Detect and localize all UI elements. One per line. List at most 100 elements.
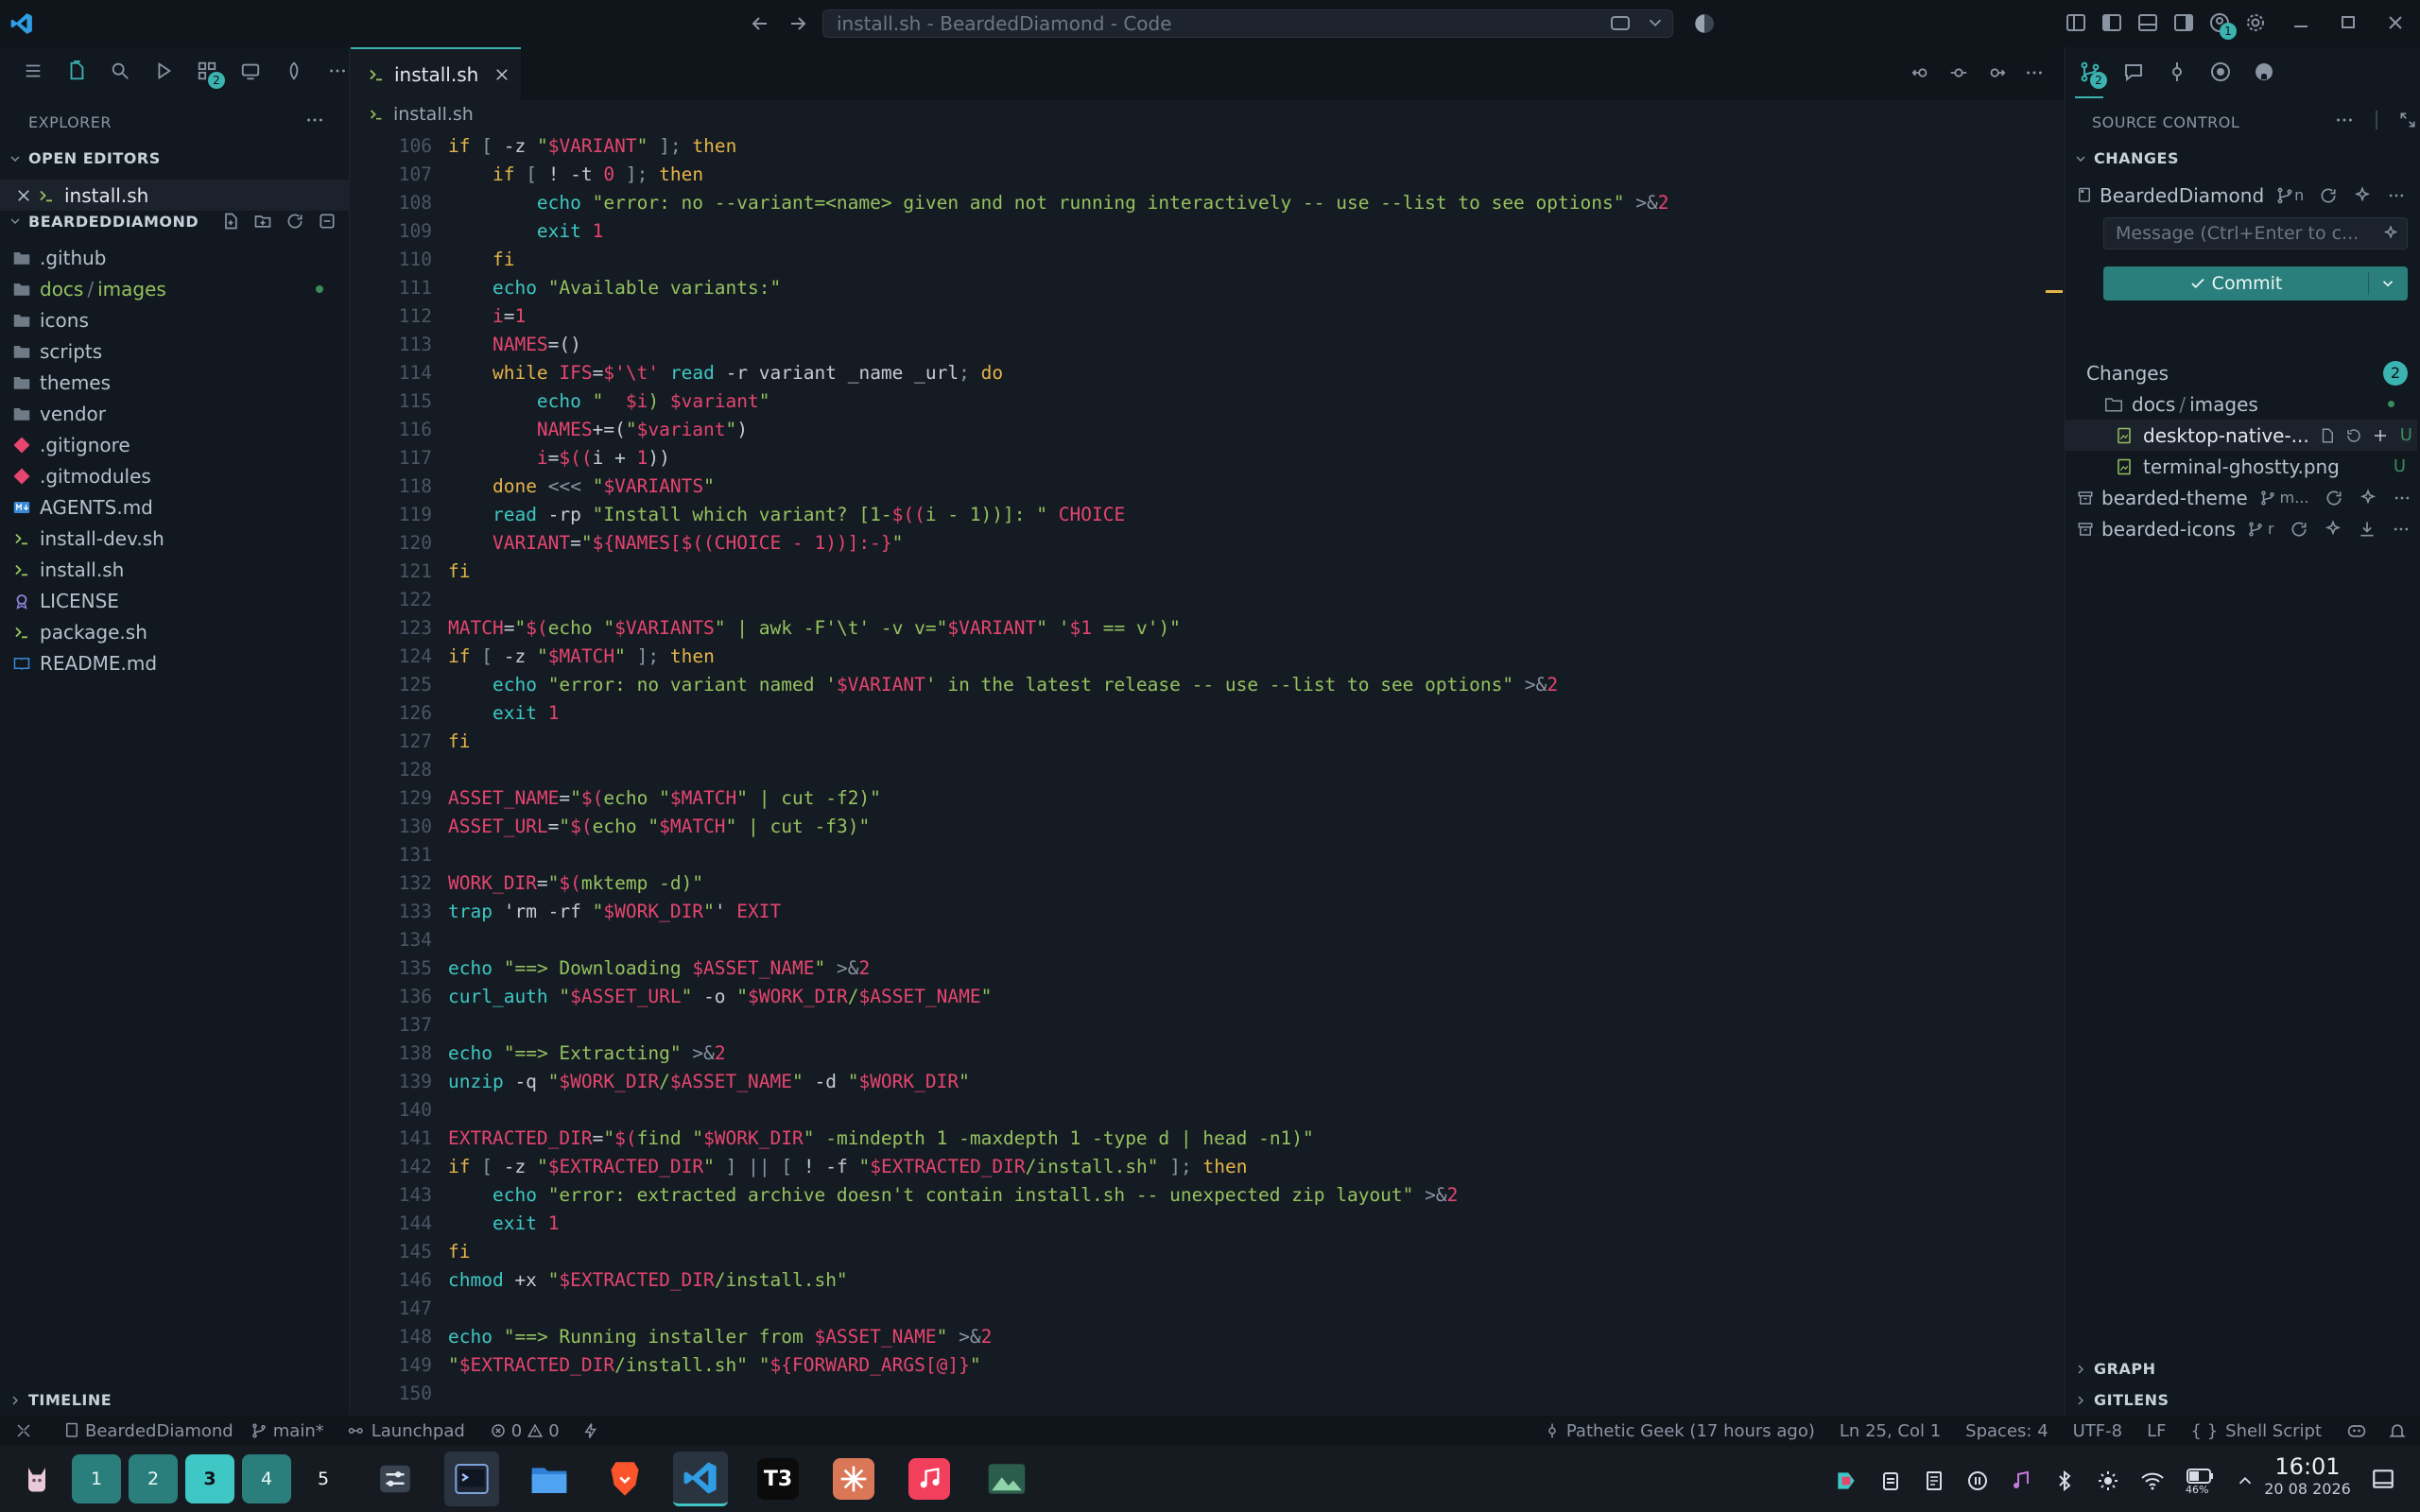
toggle-secondary-sidebar-icon[interactable] <box>2172 11 2195 34</box>
chevron-down-icon[interactable] <box>1645 12 1666 33</box>
encoding[interactable]: UTF-8 <box>2073 1421 2122 1441</box>
code-line[interactable]: 144 exit 1 <box>351 1210 2064 1238</box>
collapse-all-icon[interactable] <box>318 212 337 231</box>
repo-row[interactable]: bearded-theme m... <box>2077 482 2417 513</box>
source-control-activity-icon[interactable]: 2 <box>197 60 225 89</box>
chat-icon[interactable] <box>2122 60 2145 83</box>
gear-icon[interactable] <box>2244 11 2267 34</box>
github-alt-icon[interactable] <box>2253 60 2275 83</box>
leaf-icon[interactable] <box>284 60 304 81</box>
code-line[interactable]: 129 ASSET_NAME="$(echo "$MATCH" | cut -f2… <box>351 784 2064 813</box>
toggle-panel-icon[interactable] <box>2136 11 2159 34</box>
wifi-icon[interactable] <box>2140 1469 2165 1492</box>
customize-layout-icon[interactable] <box>2065 11 2087 34</box>
workspace-section[interactable]: BEARDEDDIAMOND <box>8 212 348 231</box>
indentation[interactable]: Spaces: 4 <box>1965 1421 2048 1441</box>
close-icon[interactable] <box>15 187 32 204</box>
code-line[interactable]: 136 curl_auth "$ASSET_URL" -o "$WORK_DIR/… <box>351 983 2064 1011</box>
vscode-app-icon[interactable] <box>673 1452 728 1506</box>
code-line[interactable]: 118 done <<< "$VARIANTS" <box>351 472 2064 501</box>
media-icon[interactable] <box>2010 1469 2032 1492</box>
branch-icon[interactable] <box>2259 490 2276 507</box>
code-line[interactable]: 111 echo "Available variants:" <box>351 274 2064 302</box>
pause-icon[interactable] <box>1966 1469 1989 1492</box>
sparkle-icon[interactable] <box>2324 519 2342 539</box>
more-icon[interactable] <box>327 60 348 81</box>
file-item[interactable]: README.md <box>0 647 350 679</box>
commit-dropdown[interactable] <box>2369 266 2407 301</box>
file-item[interactable]: .gitmodules <box>0 460 350 491</box>
changes-folder-row[interactable]: docs / images <box>2105 388 2417 420</box>
chevron-up-icon[interactable] <box>2235 1470 2256 1491</box>
code-line[interactable]: 107 if [ ! -t 0 ]; then <box>351 161 2064 189</box>
folder-item[interactable]: docs / images <box>0 273 350 304</box>
maximize-panel-icon[interactable] <box>2398 111 2417 129</box>
close-icon[interactable] <box>493 66 510 83</box>
battery-indicator[interactable]: 46% <box>2186 1467 2214 1496</box>
repo-more-icon[interactable] <box>2387 186 2406 205</box>
code-line[interactable]: 134 <box>351 926 2064 954</box>
changes-group[interactable]: Changes 2 <box>2086 357 2417 388</box>
code-line[interactable]: 137 <box>351 1011 2064 1040</box>
back-arrow-icon[interactable] <box>749 12 771 35</box>
branch-icon[interactable] <box>2275 186 2294 205</box>
changed-file-row[interactable]: terminal-ghostty.png U <box>2117 451 2417 482</box>
accounts-icon[interactable]: 1 <box>2208 11 2237 40</box>
commit-message-input[interactable]: Message (Ctrl+Enter to c... <box>2103 217 2408 249</box>
folder-item[interactable]: .github <box>0 242 350 273</box>
code-line[interactable]: 149 "$EXTRACTED_DIR/install.sh" "${FORWAR… <box>351 1351 2064 1380</box>
code-line[interactable]: 119 read -rp "Install which variant? [1-… <box>351 501 2064 529</box>
git-commit-icon[interactable] <box>1948 62 1969 83</box>
repo-row[interactable]: BeardedDiamond n <box>2077 180 2417 211</box>
repo-more-icon[interactable] <box>2392 520 2411 539</box>
file-item[interactable]: package.sh <box>0 616 350 647</box>
sparkle-icon[interactable] <box>2382 225 2399 242</box>
tray-app-icon[interactable] <box>1834 1469 1858 1493</box>
bluetooth-icon[interactable] <box>2053 1469 2076 1492</box>
sync-icon[interactable] <box>2319 186 2338 205</box>
copilot-chat-icon[interactable] <box>1609 12 1632 35</box>
code-line[interactable]: 128 <box>351 756 2064 784</box>
source-control-icon[interactable]: 2 <box>2079 60 2107 89</box>
open-file-icon[interactable] <box>2319 427 2336 444</box>
graph-section[interactable]: GRAPH <box>2073 1360 2155 1378</box>
shield-icon[interactable] <box>1692 11 1717 36</box>
terminal-app-icon[interactable] <box>444 1452 499 1506</box>
workspace-indicator[interactable]: BeardedDiamond <box>64 1421 233 1441</box>
code-line[interactable]: 109 exit 1 <box>351 217 2064 246</box>
code-line[interactable]: 133 trap 'rm -rf "$WORK_DIR"' EXIT <box>351 898 2064 926</box>
explorer-more-icon[interactable] <box>304 110 325 130</box>
pull-icon[interactable] <box>2358 520 2377 539</box>
end-of-line[interactable]: LF <box>2147 1421 2166 1441</box>
toggle-primary-sidebar-icon[interactable] <box>2100 11 2123 34</box>
minimize-icon[interactable] <box>2291 9 2310 36</box>
workspace-4[interactable]: 4 <box>242 1454 291 1503</box>
workspace-3-active[interactable]: 3 <box>185 1454 234 1503</box>
code-line[interactable]: 139 unzip -q "$WORK_DIR/$ASSET_NAME" -d "… <box>351 1068 2064 1096</box>
close-window-icon[interactable] <box>2386 9 2405 36</box>
cursor-position[interactable]: Ln 25, Col 1 <box>1840 1421 1941 1441</box>
code-line[interactable]: 112 i=1 <box>351 302 2064 331</box>
new-file-icon[interactable] <box>221 212 240 231</box>
code-line[interactable]: 138 echo "==> Extracting" >&2 <box>351 1040 2064 1068</box>
brightness-icon[interactable] <box>2097 1469 2119 1492</box>
maximize-icon[interactable] <box>2339 9 2358 36</box>
editor-more-icon[interactable] <box>2024 62 2045 83</box>
lightning-indicator[interactable] <box>582 1422 599 1439</box>
code-line[interactable]: 131 <box>351 841 2064 869</box>
code-line[interactable]: 148 echo "==> Running installer from $ASS… <box>351 1323 2064 1351</box>
launchpad-indicator[interactable]: Launchpad <box>347 1421 465 1441</box>
code-line[interactable]: 117 i=$((i + 1)) <box>351 444 2064 472</box>
git-previous-change-icon[interactable] <box>1910 62 1931 83</box>
github-icon[interactable] <box>2209 60 2232 83</box>
branch-indicator[interactable]: main* <box>251 1421 324 1441</box>
t3-app-icon[interactable]: T3 <box>751 1452 805 1506</box>
folder-item[interactable]: scripts <box>0 335 350 367</box>
notes-icon[interactable] <box>1923 1469 1945 1492</box>
repo-row[interactable]: bearded-icons r <box>2077 513 2417 544</box>
menu-icon[interactable] <box>23 60 43 81</box>
workspace-5[interactable]: 5 <box>299 1454 348 1503</box>
code-line[interactable]: 108 echo "error: no --variant=<name> giv… <box>351 189 2064 217</box>
code-line[interactable]: 125 echo "error: no variant named '$VARI… <box>351 671 2064 699</box>
code-line[interactable]: 140 <box>351 1096 2064 1125</box>
